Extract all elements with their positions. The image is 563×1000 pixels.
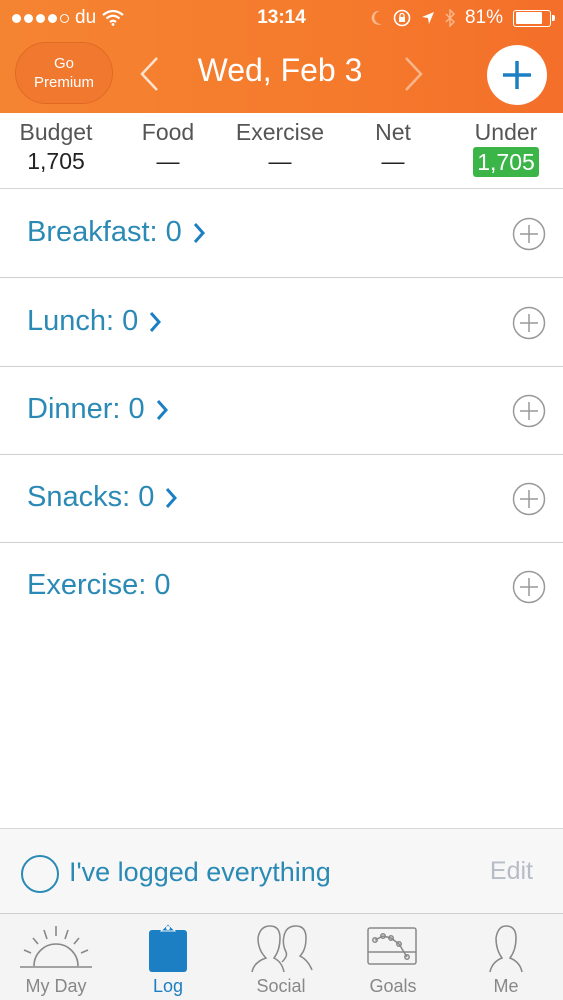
- sunrise-icon: [20, 926, 92, 968]
- tab-me[interactable]: Me: [450, 914, 562, 1000]
- chevron-right-icon: [193, 223, 205, 244]
- meal-row-dinner[interactable]: Dinner: 0: [0, 367, 563, 455]
- summary-value: —: [381, 148, 405, 174]
- meal-row-exercise[interactable]: Exercise: 0: [0, 543, 563, 631]
- tab-social[interactable]: Social: [225, 914, 337, 1000]
- date-title: Wed, Feb 3: [197, 52, 363, 88]
- summary-label: Under: [474, 119, 538, 145]
- summary-budget: Budget 1,705: [10, 119, 102, 175]
- summary-value: —: [268, 148, 292, 174]
- logged-everything-bar: I've logged everything Edit: [0, 828, 563, 914]
- battery-percent: 81%: [464, 7, 503, 28]
- summary-value: 1,705: [27, 148, 85, 174]
- tab-label: Goals: [369, 976, 417, 996]
- summary-label: Budget: [19, 119, 93, 145]
- summary-food: Food —: [128, 119, 208, 175]
- location-icon: [421, 12, 434, 24]
- chevron-right-icon: [156, 400, 168, 421]
- tab-label: Social: [256, 976, 306, 996]
- top-bar: du 13:14 81% Go Premium Wed, Feb 3: [0, 0, 563, 113]
- summary-label: Exercise: [235, 119, 325, 145]
- tab-my-day[interactable]: My Day: [0, 914, 112, 1000]
- bluetooth-icon: [445, 9, 455, 27]
- chevron-right-icon[interactable]: [402, 54, 426, 94]
- meal-label: Dinner: 0: [27, 393, 145, 425]
- summary-net: Net —: [360, 119, 426, 175]
- add-circle-icon[interactable]: [512, 306, 546, 340]
- chevron-right-icon: [150, 312, 162, 333]
- plus-icon: [503, 61, 531, 89]
- chevron-right-icon: [166, 488, 178, 509]
- add-circle-icon[interactable]: [512, 394, 546, 428]
- summary-under: Under 1,705: [463, 119, 549, 177]
- add-circle-icon[interactable]: [512, 570, 546, 604]
- tab-goals[interactable]: Goals: [337, 914, 449, 1000]
- summary-exercise: Exercise —: [228, 119, 332, 175]
- clipboard-icon: [149, 923, 187, 972]
- meal-label: Breakfast: 0: [27, 216, 182, 248]
- meal-row-snacks[interactable]: Snacks: 0: [0, 455, 563, 543]
- summary-label: Net: [375, 119, 411, 145]
- tab-log[interactable]: Log: [112, 914, 224, 1000]
- logged-checkbox[interactable]: [21, 855, 59, 893]
- chevron-left-icon[interactable]: [137, 54, 161, 94]
- summary-value: —: [156, 148, 180, 174]
- people-icon: [251, 925, 313, 973]
- meal-label: Lunch: 0: [27, 305, 139, 337]
- battery-icon: [513, 9, 555, 27]
- add-circle-icon[interactable]: [512, 217, 546, 251]
- add-button[interactable]: [487, 45, 547, 105]
- tab-label: Log: [152, 976, 184, 996]
- meal-label: Exercise: 0: [27, 569, 171, 601]
- person-icon: [489, 925, 523, 973]
- calorie-summary: Budget 1,705 Food — Exercise — Net — Und…: [0, 113, 563, 189]
- premium-label-line1: Go: [53, 55, 74, 72]
- add-circle-icon[interactable]: [512, 482, 546, 516]
- tab-label: Me: [493, 976, 519, 996]
- meal-row-lunch[interactable]: Lunch: 0: [0, 279, 563, 367]
- summary-label: Food: [141, 119, 195, 145]
- meal-row-breakfast[interactable]: Breakfast: 0: [0, 190, 563, 278]
- edit-button[interactable]: Edit: [490, 857, 533, 886]
- meal-label: Snacks: 0: [27, 481, 155, 513]
- premium-label-line2: Premium: [33, 74, 94, 91]
- chart-icon: [367, 927, 417, 965]
- tab-label: My Day: [25, 976, 87, 996]
- moon-icon: [371, 10, 382, 25]
- tab-bar: My Day Log Social Goals Me: [0, 914, 563, 1000]
- under-badge: 1,705: [473, 147, 539, 177]
- logged-everything-label[interactable]: I've logged everything: [69, 857, 331, 888]
- go-premium-button[interactable]: Go Premium: [15, 42, 113, 104]
- status-bar: du 13:14 81%: [0, 0, 563, 38]
- rotation-lock-icon: [393, 9, 411, 27]
